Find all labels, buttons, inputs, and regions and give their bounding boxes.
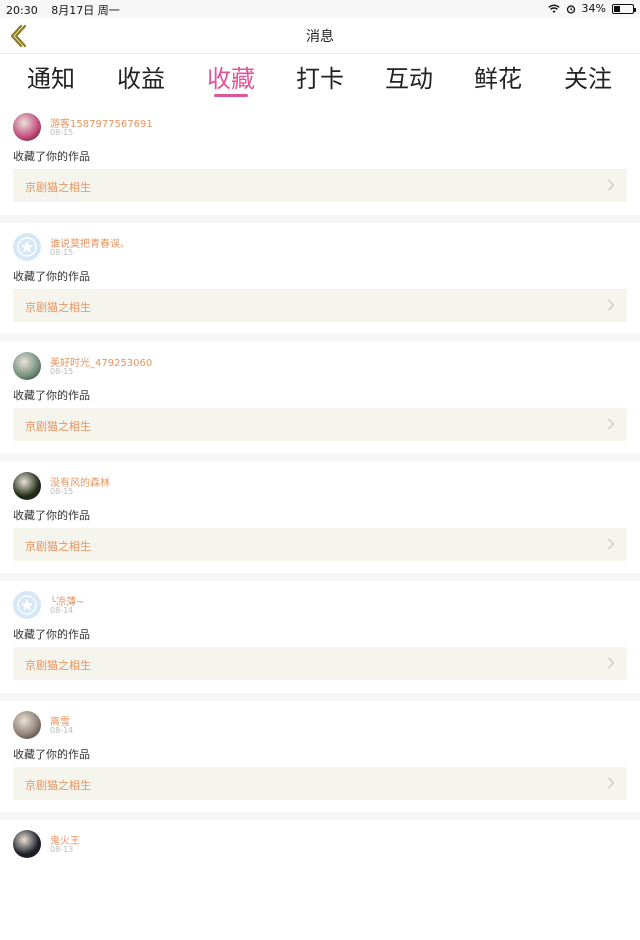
chevron-right-icon — [608, 299, 615, 310]
work-title: 京剧猫之相生 — [25, 659, 91, 672]
tab-favorites[interactable]: 收藏 — [191, 59, 271, 94]
timestamp: 08-14 — [50, 725, 74, 735]
work-title: 京剧猫之相生 — [25, 420, 91, 433]
active-tab-indicator — [214, 94, 248, 97]
action-text: 收藏了你的作品 — [13, 150, 90, 163]
avatar[interactable] — [13, 471, 41, 500]
status-bar: 20:30 8月17日 周一 34% — [0, 0, 640, 18]
battery-fill — [614, 5, 621, 12]
work-link[interactable]: 京剧猫之相生 — [13, 647, 627, 680]
work-title: 京剧猫之相生 — [25, 181, 91, 194]
list-item: 鬼火王 08-13 — [0, 820, 640, 940]
tab-interactions[interactable]: 互动 — [369, 59, 449, 94]
tab-bar: 通知 收益 收藏 打卡 互动 鲜花 关注 — [0, 54, 640, 100]
work-link[interactable]: 京剧猫之相生 — [13, 527, 627, 561]
avatar[interactable] — [13, 113, 41, 141]
divider — [0, 214, 640, 223]
work-link[interactable]: 京剧猫之相生 — [13, 408, 627, 441]
wifi-icon — [547, 4, 560, 13]
chevron-right-icon — [608, 418, 615, 430]
timestamp: 08-15 — [50, 367, 74, 376]
avatar[interactable] — [13, 830, 41, 858]
status-time: 20:30 — [6, 4, 38, 17]
work-title: 京剧猫之相生 — [25, 778, 91, 792]
chevron-right-icon — [608, 179, 615, 191]
work-link[interactable]: 京剧猫之相生 — [13, 169, 627, 202]
divider — [0, 453, 640, 462]
action-text: 收藏了你的作品 — [13, 269, 90, 283]
work-title: 京剧猫之相生 — [25, 300, 91, 314]
tab-earnings[interactable]: 收益 — [101, 59, 181, 94]
divider — [0, 692, 640, 701]
battery-icon — [612, 3, 636, 14]
timestamp: 08-15 — [50, 486, 74, 496]
work-link[interactable]: 京剧猫之相生 — [13, 288, 627, 322]
avatar[interactable] — [13, 352, 41, 380]
chevron-right-icon — [608, 657, 615, 669]
battery-percent: 34% — [581, 2, 606, 15]
list-item: 游客1587977567691 08-15 收藏了你的作品 京剧猫之相生 — [0, 103, 640, 223]
page-title: 消息 — [306, 29, 334, 45]
divider — [0, 812, 640, 820]
list-item: ╰凉薄~ 08-14 收藏了你的作品 京剧猫之相生 — [0, 581, 640, 701]
timestamp: 08-15 — [50, 247, 74, 257]
avatar[interactable] — [13, 591, 41, 619]
chevron-right-icon — [608, 538, 615, 549]
timestamp: 08-14 — [50, 606, 74, 615]
work-title: 京剧猫之相生 — [25, 539, 91, 553]
tab-flowers[interactable]: 鲜花 — [458, 59, 538, 94]
favorites-list: 游客1587977567691 08-15 收藏了你的作品 京剧猫之相生 谁说莫把青春误… — [0, 103, 640, 940]
alarm-icon — [566, 4, 575, 14]
tab-notifications[interactable]: 通知 — [11, 59, 91, 94]
tab-following[interactable]: 关注 — [548, 59, 628, 94]
divider — [0, 334, 640, 342]
avatar[interactable] — [13, 232, 41, 261]
default-avatar-star-icon — [17, 236, 37, 257]
action-text: 收藏了你的作品 — [13, 747, 90, 761]
chevron-right-icon — [608, 777, 615, 788]
action-text: 收藏了你的作品 — [13, 508, 90, 522]
list-item: 没有风的森林 08-15 收藏了你的作品 京剧猫之相生 — [0, 461, 640, 581]
avatar[interactable] — [13, 710, 41, 739]
nav-bar: 消息 — [0, 18, 640, 54]
action-text: 收藏了你的作品 — [13, 389, 90, 402]
list-item: 美好时光_479253060 08-15 收藏了你的作品 京剧猫之相生 — [0, 342, 640, 462]
default-avatar-star-icon — [17, 595, 37, 615]
tab-checkin[interactable]: 打卡 — [280, 59, 360, 94]
list-item: 谁说莫把青春误。 08-15 收藏了你的作品 京剧猫之相生 — [0, 222, 640, 342]
divider — [0, 573, 640, 581]
timestamp: 08-15 — [50, 128, 74, 137]
status-date: 8月17日 周一 — [51, 4, 120, 17]
list-item: 离雪 08-14 收藏了你的作品 京剧猫之相生 — [0, 700, 640, 820]
action-text: 收藏了你的作品 — [13, 628, 90, 641]
work-link[interactable]: 京剧猫之相生 — [13, 766, 627, 800]
